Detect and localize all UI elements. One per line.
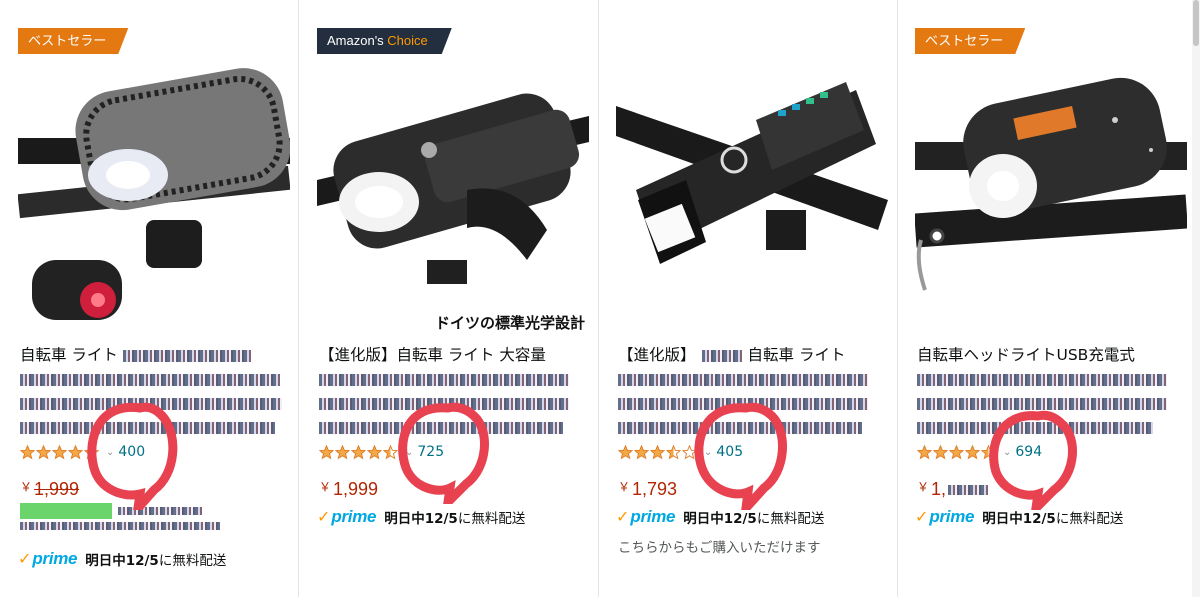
product-card[interactable]: 【進化版】 自転車 ライト ⌄ 405 ￥ 1,793 ✓ prime 明日中12/5… (616, 0, 906, 597)
price: ￥ 1,793 (618, 479, 678, 499)
obscured-text (20, 421, 275, 434)
obscured-text (917, 421, 1153, 434)
bike-light-image (18, 68, 290, 320)
bike-light-image: ドイツの標準光学設計 (317, 93, 589, 332)
review-count-link[interactable]: 400 (118, 444, 145, 460)
star-full-icon (319, 444, 334, 459)
review-count-link[interactable]: 694 (1015, 444, 1042, 460)
price: ￥ 1,999 (20, 479, 80, 499)
rating[interactable]: ⌄ 400 (20, 442, 145, 462)
product-image[interactable]: ドイツの標準光学設計 (317, 60, 589, 332)
star-half-icon (383, 444, 398, 459)
star-full-icon (965, 444, 980, 459)
prime-logo: ✓ prime (317, 507, 377, 526)
product-title[interactable]: 【進化版】自転車 ライト 大容量 (319, 343, 589, 439)
obscured-text (20, 522, 220, 530)
obscured-text (20, 373, 280, 386)
prime-delivery: ✓ prime 明日中12/5 に無料配送 (616, 507, 825, 527)
star-full-icon (650, 444, 665, 459)
obscured-text (618, 397, 868, 410)
star-full-icon (68, 444, 83, 459)
star-full-icon (634, 444, 649, 459)
rating[interactable]: ⌄ 725 (319, 442, 444, 462)
other-sellers-link[interactable]: こちらからもご購入いただけます (618, 536, 821, 556)
bike-light-image (915, 77, 1187, 291)
obscured-text (319, 373, 569, 386)
bestseller-badge: ベストセラー (18, 28, 128, 54)
deal-badge (20, 503, 112, 519)
star-full-icon (335, 444, 350, 459)
bestseller-badge: ベストセラー (915, 28, 1025, 54)
product-card[interactable]: ベストセラー 自転車 ライト ⌄ 400 ￥ 1,999 ✓ prime 明日中… (18, 0, 308, 597)
star-full-icon (933, 444, 948, 459)
product-title[interactable]: 【進化版】 自転車 ライト (618, 343, 888, 439)
price: ￥ 1,999 (319, 479, 379, 499)
product-title[interactable]: 自転車ヘッドライトUSB充電式 (917, 343, 1187, 439)
star-full-icon (949, 444, 964, 459)
star-full-icon (618, 444, 633, 459)
product-card[interactable]: Amazon's Choice ドイツの標準光学設計 【進化版】自転車 ライト … (317, 0, 607, 597)
star-full-icon (52, 444, 67, 459)
product-image[interactable] (616, 60, 888, 332)
obscured-text (122, 349, 251, 362)
star-rating (618, 444, 698, 460)
review-count-link[interactable]: 725 (417, 444, 444, 460)
obscured-text (917, 397, 1167, 410)
product-title[interactable]: 自転車 ライト (20, 343, 290, 439)
prime-logo: ✓ prime (18, 549, 78, 568)
star-rating (319, 444, 399, 460)
star-rating (20, 444, 100, 460)
prime-logo: ✓ prime (616, 507, 676, 526)
star-full-icon (917, 444, 932, 459)
star-full-icon (36, 444, 51, 459)
chevron-down-icon[interactable]: ⌄ (106, 447, 114, 458)
product-card[interactable]: ベストセラー 自転車ヘッドライトUSB充電式 ⌄ 694 ￥ 1, ✓ prime … (915, 0, 1200, 597)
star-half-icon (666, 444, 681, 459)
obscured-text (701, 349, 742, 362)
obscured-text (618, 421, 862, 434)
chevron-down-icon[interactable]: ⌄ (1003, 447, 1011, 458)
chevron-down-icon[interactable]: ⌄ (704, 447, 712, 458)
prime-delivery: ✓ prime 明日中12/5 に無料配送 (18, 549, 227, 569)
obscured-text (948, 485, 989, 496)
image-caption: ドイツの標準光学設計 (435, 314, 585, 332)
product-image[interactable] (915, 60, 1187, 332)
obscured-text (20, 397, 282, 410)
star-full-icon (20, 444, 35, 459)
deal-row (20, 502, 202, 520)
amazons-choice-badge: Amazon's Choice (317, 28, 452, 54)
obscured-text (917, 373, 1167, 386)
star-full-icon (367, 444, 382, 459)
obscured-text (319, 397, 569, 410)
rating[interactable]: ⌄ 405 (618, 442, 743, 462)
price: ￥ 1, (917, 478, 989, 500)
star-full-icon (351, 444, 366, 459)
prime-logo: ✓ prime (915, 507, 975, 526)
star-half-icon (981, 444, 996, 459)
obscured-text (618, 373, 868, 386)
rating[interactable]: ⌄ 694 (917, 442, 1042, 462)
obscured-text (118, 507, 202, 515)
star-empty-icon (682, 444, 697, 459)
prime-delivery: ✓ prime 明日中12/5 に無料配送 (915, 507, 1124, 527)
product-image[interactable] (18, 60, 290, 332)
obscured-text (319, 421, 563, 434)
review-count-link[interactable]: 405 (716, 444, 743, 460)
star-half-icon (84, 444, 99, 459)
star-rating (917, 444, 997, 460)
chevron-down-icon[interactable]: ⌄ (405, 447, 413, 458)
bike-light-image (616, 82, 888, 264)
prime-delivery: ✓ prime 明日中12/5 に無料配送 (317, 507, 526, 527)
